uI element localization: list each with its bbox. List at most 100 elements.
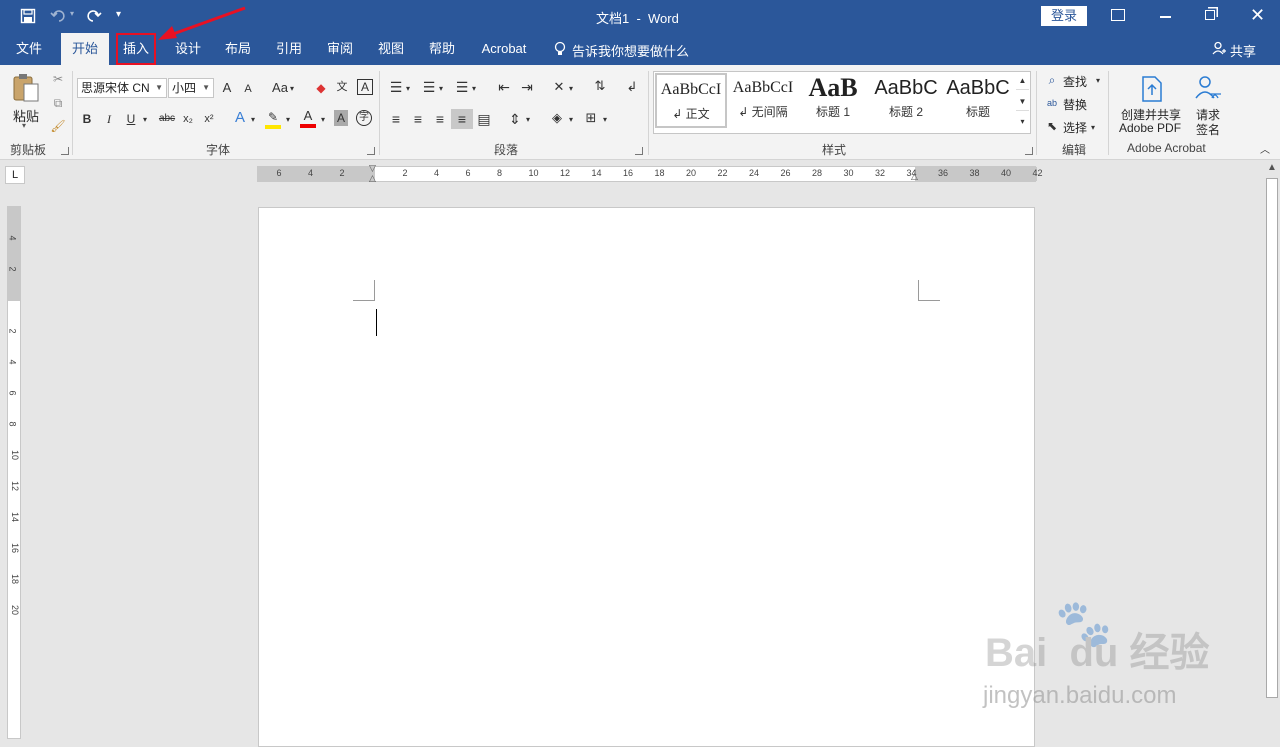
vertical-ruler[interactable]: 4 2 2 4 6 8 10 12 14 16 18 20 bbox=[7, 206, 21, 739]
font-size-select[interactable]: 小四 ▼ bbox=[168, 78, 214, 98]
font-color-icon[interactable]: A bbox=[300, 108, 316, 128]
cut-icon[interactable]: ✂ bbox=[50, 71, 66, 87]
find-icon[interactable]: ⌕ bbox=[1045, 72, 1059, 88]
restore-icon[interactable] bbox=[1205, 10, 1215, 20]
phonetic-guide-icon[interactable]: 文 bbox=[334, 79, 350, 95]
copy-icon[interactable]: ⧉ bbox=[50, 95, 66, 111]
styles-more-icon[interactable]: ▾ bbox=[1016, 114, 1029, 130]
line-spacing-dropdown-icon[interactable]: ▾ bbox=[526, 112, 530, 128]
borders-dropdown-icon[interactable]: ▾ bbox=[603, 112, 607, 128]
borders-icon[interactable]: ⊞ bbox=[583, 110, 599, 126]
tab-review[interactable]: 审阅 bbox=[320, 33, 360, 65]
collapse-ribbon-icon[interactable]: ︿ bbox=[1258, 143, 1272, 159]
minimize-icon[interactable] bbox=[1160, 16, 1171, 18]
character-shading-icon[interactable]: A bbox=[334, 110, 348, 126]
underline-dropdown-icon[interactable]: ▾ bbox=[143, 112, 147, 128]
tab-acrobat[interactable]: Acrobat bbox=[476, 33, 532, 65]
underline-button[interactable]: U bbox=[124, 111, 138, 127]
find-dropdown-icon[interactable]: ▾ bbox=[1096, 73, 1100, 89]
highlight-dropdown-icon[interactable]: ▾ bbox=[286, 112, 290, 128]
tell-me-search[interactable]: 告诉我你想要做什么 bbox=[572, 41, 689, 60]
find-button[interactable]: 查找 bbox=[1063, 73, 1087, 90]
share-icon[interactable] bbox=[1212, 41, 1226, 55]
save-icon[interactable] bbox=[20, 8, 36, 24]
bullets-icon[interactable]: ☰ bbox=[388, 79, 404, 95]
paragraph-launcher-icon[interactable] bbox=[635, 147, 643, 155]
replace-button[interactable]: 替换 bbox=[1063, 96, 1087, 113]
italic-button[interactable]: I bbox=[102, 111, 116, 127]
tab-references[interactable]: 引用 bbox=[269, 33, 309, 65]
character-border-icon[interactable]: A bbox=[357, 79, 373, 95]
numbering-icon[interactable]: ☰ bbox=[421, 79, 437, 95]
select-icon[interactable]: ⬉ bbox=[1045, 118, 1059, 134]
scroll-up-icon[interactable]: ▲ bbox=[1267, 162, 1277, 173]
numbering-dropdown-icon[interactable]: ▾ bbox=[439, 81, 443, 97]
select-button[interactable]: 选择 bbox=[1063, 119, 1087, 136]
styles-scroll-down-icon[interactable]: ▼ bbox=[1016, 94, 1029, 111]
multilevel-list-icon[interactable]: ☰ bbox=[454, 79, 470, 95]
chinese-layout-dropdown-icon[interactable]: ▾ bbox=[569, 81, 573, 97]
decrease-indent-icon[interactable]: ⇤ bbox=[496, 79, 512, 95]
customize-qat-icon[interactable]: ▾ bbox=[116, 9, 121, 20]
distributed-icon[interactable]: ▤ bbox=[476, 111, 492, 127]
undo-dropdown-icon[interactable]: ▾ bbox=[70, 9, 74, 18]
tab-help[interactable]: 帮助 bbox=[422, 33, 462, 65]
align-left-icon[interactable]: ≡ bbox=[388, 111, 404, 127]
share-button[interactable]: 共享 bbox=[1230, 41, 1256, 60]
change-case-icon[interactable]: Aa bbox=[270, 80, 290, 96]
left-indent-marker[interactable]: △ bbox=[369, 173, 376, 184]
style-normal[interactable]: AaBbCcI ↲ 正文 bbox=[655, 73, 727, 128]
shrink-font-icon[interactable]: A bbox=[242, 81, 254, 97]
sort-icon[interactable]: ⇅ bbox=[592, 78, 608, 94]
request-signature-label-2[interactable]: 签名 bbox=[1196, 121, 1220, 138]
clipboard-launcher-icon[interactable] bbox=[61, 147, 69, 155]
grow-font-icon[interactable]: A bbox=[220, 80, 234, 96]
justify-icon[interactable]: ≡ bbox=[451, 109, 473, 129]
change-case-dropdown-icon[interactable]: ▾ bbox=[290, 81, 294, 97]
enclose-characters-icon[interactable]: 字 bbox=[356, 110, 372, 126]
tab-view[interactable]: 视图 bbox=[371, 33, 411, 65]
shading-dropdown-icon[interactable]: ▾ bbox=[569, 112, 573, 128]
font-color-dropdown-icon[interactable]: ▾ bbox=[321, 112, 325, 128]
undo-icon[interactable] bbox=[50, 7, 68, 25]
tab-file[interactable]: 文件 bbox=[8, 33, 50, 65]
clear-formatting-icon[interactable]: ◆ bbox=[313, 80, 329, 96]
lightbulb-icon[interactable] bbox=[554, 41, 566, 57]
styles-launcher-icon[interactable] bbox=[1025, 147, 1033, 155]
strikethrough-button[interactable]: abc bbox=[156, 111, 178, 127]
shading-icon[interactable]: ◈ bbox=[549, 110, 565, 126]
paste-icon[interactable] bbox=[11, 73, 41, 103]
align-center-icon[interactable]: ≡ bbox=[410, 111, 426, 127]
paste-dropdown-icon[interactable]: ▾ bbox=[22, 121, 26, 130]
text-effects-dropdown-icon[interactable]: ▾ bbox=[251, 112, 255, 128]
highlight-icon[interactable]: ✎ bbox=[265, 109, 281, 129]
style-title[interactable]: AaBbC 标题 bbox=[942, 73, 1014, 128]
create-pdf-icon[interactable] bbox=[1140, 75, 1164, 103]
login-button[interactable]: 登录 bbox=[1041, 6, 1087, 26]
close-icon[interactable]: ✕ bbox=[1250, 5, 1265, 26]
line-spacing-icon[interactable]: ⇕ bbox=[507, 111, 523, 127]
align-right-icon[interactable]: ≡ bbox=[432, 111, 448, 127]
document-page[interactable] bbox=[258, 207, 1035, 747]
bullets-dropdown-icon[interactable]: ▾ bbox=[406, 81, 410, 97]
show-marks-icon[interactable]: ↲ bbox=[624, 79, 640, 95]
right-indent-marker[interactable]: △ bbox=[911, 171, 918, 182]
format-painter-icon[interactable]: 🖌 bbox=[50, 118, 66, 134]
redo-icon[interactable] bbox=[84, 7, 102, 25]
chinese-layout-icon[interactable]: ✕ bbox=[551, 79, 567, 95]
tab-selector-icon[interactable]: L bbox=[5, 166, 25, 184]
create-pdf-label-2[interactable]: Adobe PDF bbox=[1119, 121, 1181, 135]
multilevel-dropdown-icon[interactable]: ▾ bbox=[472, 81, 476, 97]
horizontal-ruler[interactable]: 6 4 2 2 4 6 8 10 12 14 16 18 20 22 24 26 28 30 32 34 36 38 40 4… bbox=[257, 163, 1043, 184]
tab-home[interactable]: 开始 bbox=[61, 33, 109, 65]
scroll-thumb[interactable] bbox=[1266, 178, 1278, 698]
replace-icon[interactable]: ab bbox=[1045, 95, 1059, 111]
font-family-select[interactable]: 思源宋体 CN ▼ bbox=[77, 78, 167, 98]
select-dropdown-icon[interactable]: ▾ bbox=[1091, 120, 1095, 136]
font-launcher-icon[interactable] bbox=[367, 147, 375, 155]
text-effects-icon[interactable]: A bbox=[232, 110, 248, 126]
bold-button[interactable]: B bbox=[80, 111, 94, 127]
ribbon-display-options-icon[interactable] bbox=[1111, 9, 1125, 21]
increase-indent-icon[interactable]: ⇥ bbox=[519, 79, 535, 95]
request-signature-icon[interactable] bbox=[1193, 74, 1223, 102]
